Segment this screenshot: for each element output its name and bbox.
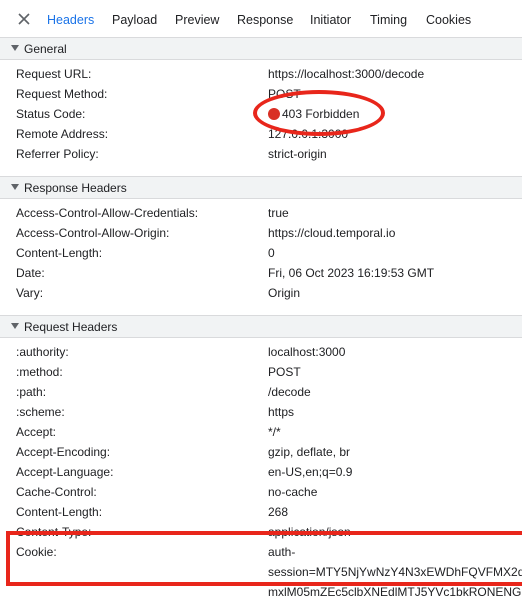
header-value: 268 xyxy=(268,505,289,519)
header-key: :scheme: xyxy=(16,405,65,419)
header-row: Content-Length: 268 xyxy=(0,502,522,522)
close-icon[interactable] xyxy=(13,8,35,30)
tab-bar: Headers Payload Preview Response Initiat… xyxy=(0,0,522,40)
header-row: Accept-Encoding: gzip, deflate, br xyxy=(0,442,522,462)
header-key: Content-Type: xyxy=(16,525,92,539)
expand-arrow-icon xyxy=(11,323,19,329)
header-value: gzip, deflate, br xyxy=(268,445,351,459)
header-key: Request Method: xyxy=(16,87,108,101)
header-key: Referrer Policy: xyxy=(16,147,99,161)
header-value: strict-origin xyxy=(268,147,327,161)
header-value: no-cache xyxy=(268,485,318,499)
header-row: Access-Control-Allow-Origin: https://clo… xyxy=(0,223,522,243)
section-title: Request Headers xyxy=(24,320,118,334)
header-value: true xyxy=(268,206,289,220)
header-row: Request URL: https://localhost:3000/deco… xyxy=(0,64,522,84)
header-row: Cookie: auth- xyxy=(0,542,522,562)
tab-payload[interactable]: Payload xyxy=(112,0,157,39)
expand-arrow-icon xyxy=(11,184,19,190)
header-row: :authority: localhost:3000 xyxy=(0,342,522,362)
header-value: https xyxy=(268,405,295,419)
header-key: :path: xyxy=(16,385,47,399)
header-key: Cookie: xyxy=(16,545,57,559)
header-value: 0 xyxy=(268,246,275,260)
header-value: auth- xyxy=(268,545,296,559)
header-key: Cache-Control: xyxy=(16,485,97,499)
header-value: en-US,en;q=0.9 xyxy=(268,465,353,479)
header-key: Request URL: xyxy=(16,67,92,81)
header-value: Fri, 06 Oct 2023 16:19:53 GMT xyxy=(268,266,435,280)
header-value: Origin xyxy=(268,286,301,300)
header-row: Referrer Policy: strict-origin xyxy=(0,144,522,164)
section-title: Response Headers xyxy=(24,181,127,195)
header-key: Access-Control-Allow-Origin: xyxy=(16,226,170,240)
header-row: :method: POST xyxy=(0,362,522,382)
header-key: Accept-Encoding: xyxy=(16,445,111,459)
header-row: Accept-Language: en-US,en;q=0.9 xyxy=(0,462,522,482)
header-row: Remote Address: 127.0.0.1:3000 xyxy=(0,124,522,144)
header-row: Status Code: 403 Forbidden xyxy=(0,104,522,124)
header-key: Remote Address: xyxy=(16,127,109,141)
header-row: Request Method: POST xyxy=(0,84,522,104)
section-general-header[interactable]: General xyxy=(0,37,522,60)
header-row: Cache-Control: no-cache xyxy=(0,482,522,502)
expand-arrow-icon xyxy=(11,45,19,51)
tab-headers[interactable]: Headers xyxy=(40,0,101,40)
header-row: :path: /decode xyxy=(0,382,522,402)
header-value: POST xyxy=(268,365,301,379)
section-title: General xyxy=(24,42,67,56)
header-row: Vary: Origin xyxy=(0,283,522,303)
header-key: :method: xyxy=(16,365,63,379)
status-code-value: 403 Forbidden xyxy=(282,107,360,121)
header-row: Content-Length: 0 xyxy=(0,243,522,263)
header-value: POST xyxy=(268,87,301,101)
section-request-headers-header[interactable]: Request Headers xyxy=(0,315,522,338)
header-key: Content-Length: xyxy=(16,505,103,519)
tab-cookies[interactable]: Cookies xyxy=(426,0,471,39)
status-error-icon xyxy=(268,108,280,120)
header-key: Access-Control-Allow-Credentials: xyxy=(16,206,199,220)
header-value: 127.0.0.1:3000 xyxy=(268,127,349,141)
header-value: /decode xyxy=(268,385,311,399)
header-row: :scheme: https xyxy=(0,402,522,422)
header-value: application/json xyxy=(268,525,351,539)
header-value: https://localhost:3000/decode xyxy=(268,67,425,81)
header-value: localhost:3000 xyxy=(268,345,346,359)
cookie-value-line: mxlM05mZEc5clbXNEdlMTJ5YVc1bkRQNENG xyxy=(0,582,522,596)
tab-timing[interactable]: Timing xyxy=(370,0,407,39)
cookie-value-line: session=MTY5NjYwNzY4N3xEWDhFQVFMX2d xyxy=(0,562,522,582)
tab-response[interactable]: Response xyxy=(237,0,293,39)
header-key: Date: xyxy=(16,266,45,280)
header-value: https://cloud.temporal.io xyxy=(268,226,396,240)
tab-preview[interactable]: Preview xyxy=(175,0,219,39)
header-row: Date: Fri, 06 Oct 2023 16:19:53 GMT xyxy=(0,263,522,283)
header-key: Content-Length: xyxy=(16,246,103,260)
tab-initiator[interactable]: Initiator xyxy=(310,0,351,39)
header-key: Accept: xyxy=(16,425,57,439)
header-value: */* xyxy=(268,425,281,439)
header-row: Content-Type: application/json xyxy=(0,522,522,542)
cookie-value: session=MTY5NjYwNzY4N3xEWDhFQVFMX2d xyxy=(268,565,522,579)
cookie-value: mxlM05mZEc5clbXNEdlMTJ5YVc1bkRQNENG xyxy=(268,585,522,596)
header-row: Access-Control-Allow-Credentials: true xyxy=(0,203,522,223)
header-row: Accept: */* xyxy=(0,422,522,442)
header-key: Accept-Language: xyxy=(16,465,114,479)
header-key: Status Code: xyxy=(16,107,86,121)
header-key: Vary: xyxy=(16,286,44,300)
section-response-headers-header[interactable]: Response Headers xyxy=(0,176,522,199)
header-key: :authority: xyxy=(16,345,69,359)
